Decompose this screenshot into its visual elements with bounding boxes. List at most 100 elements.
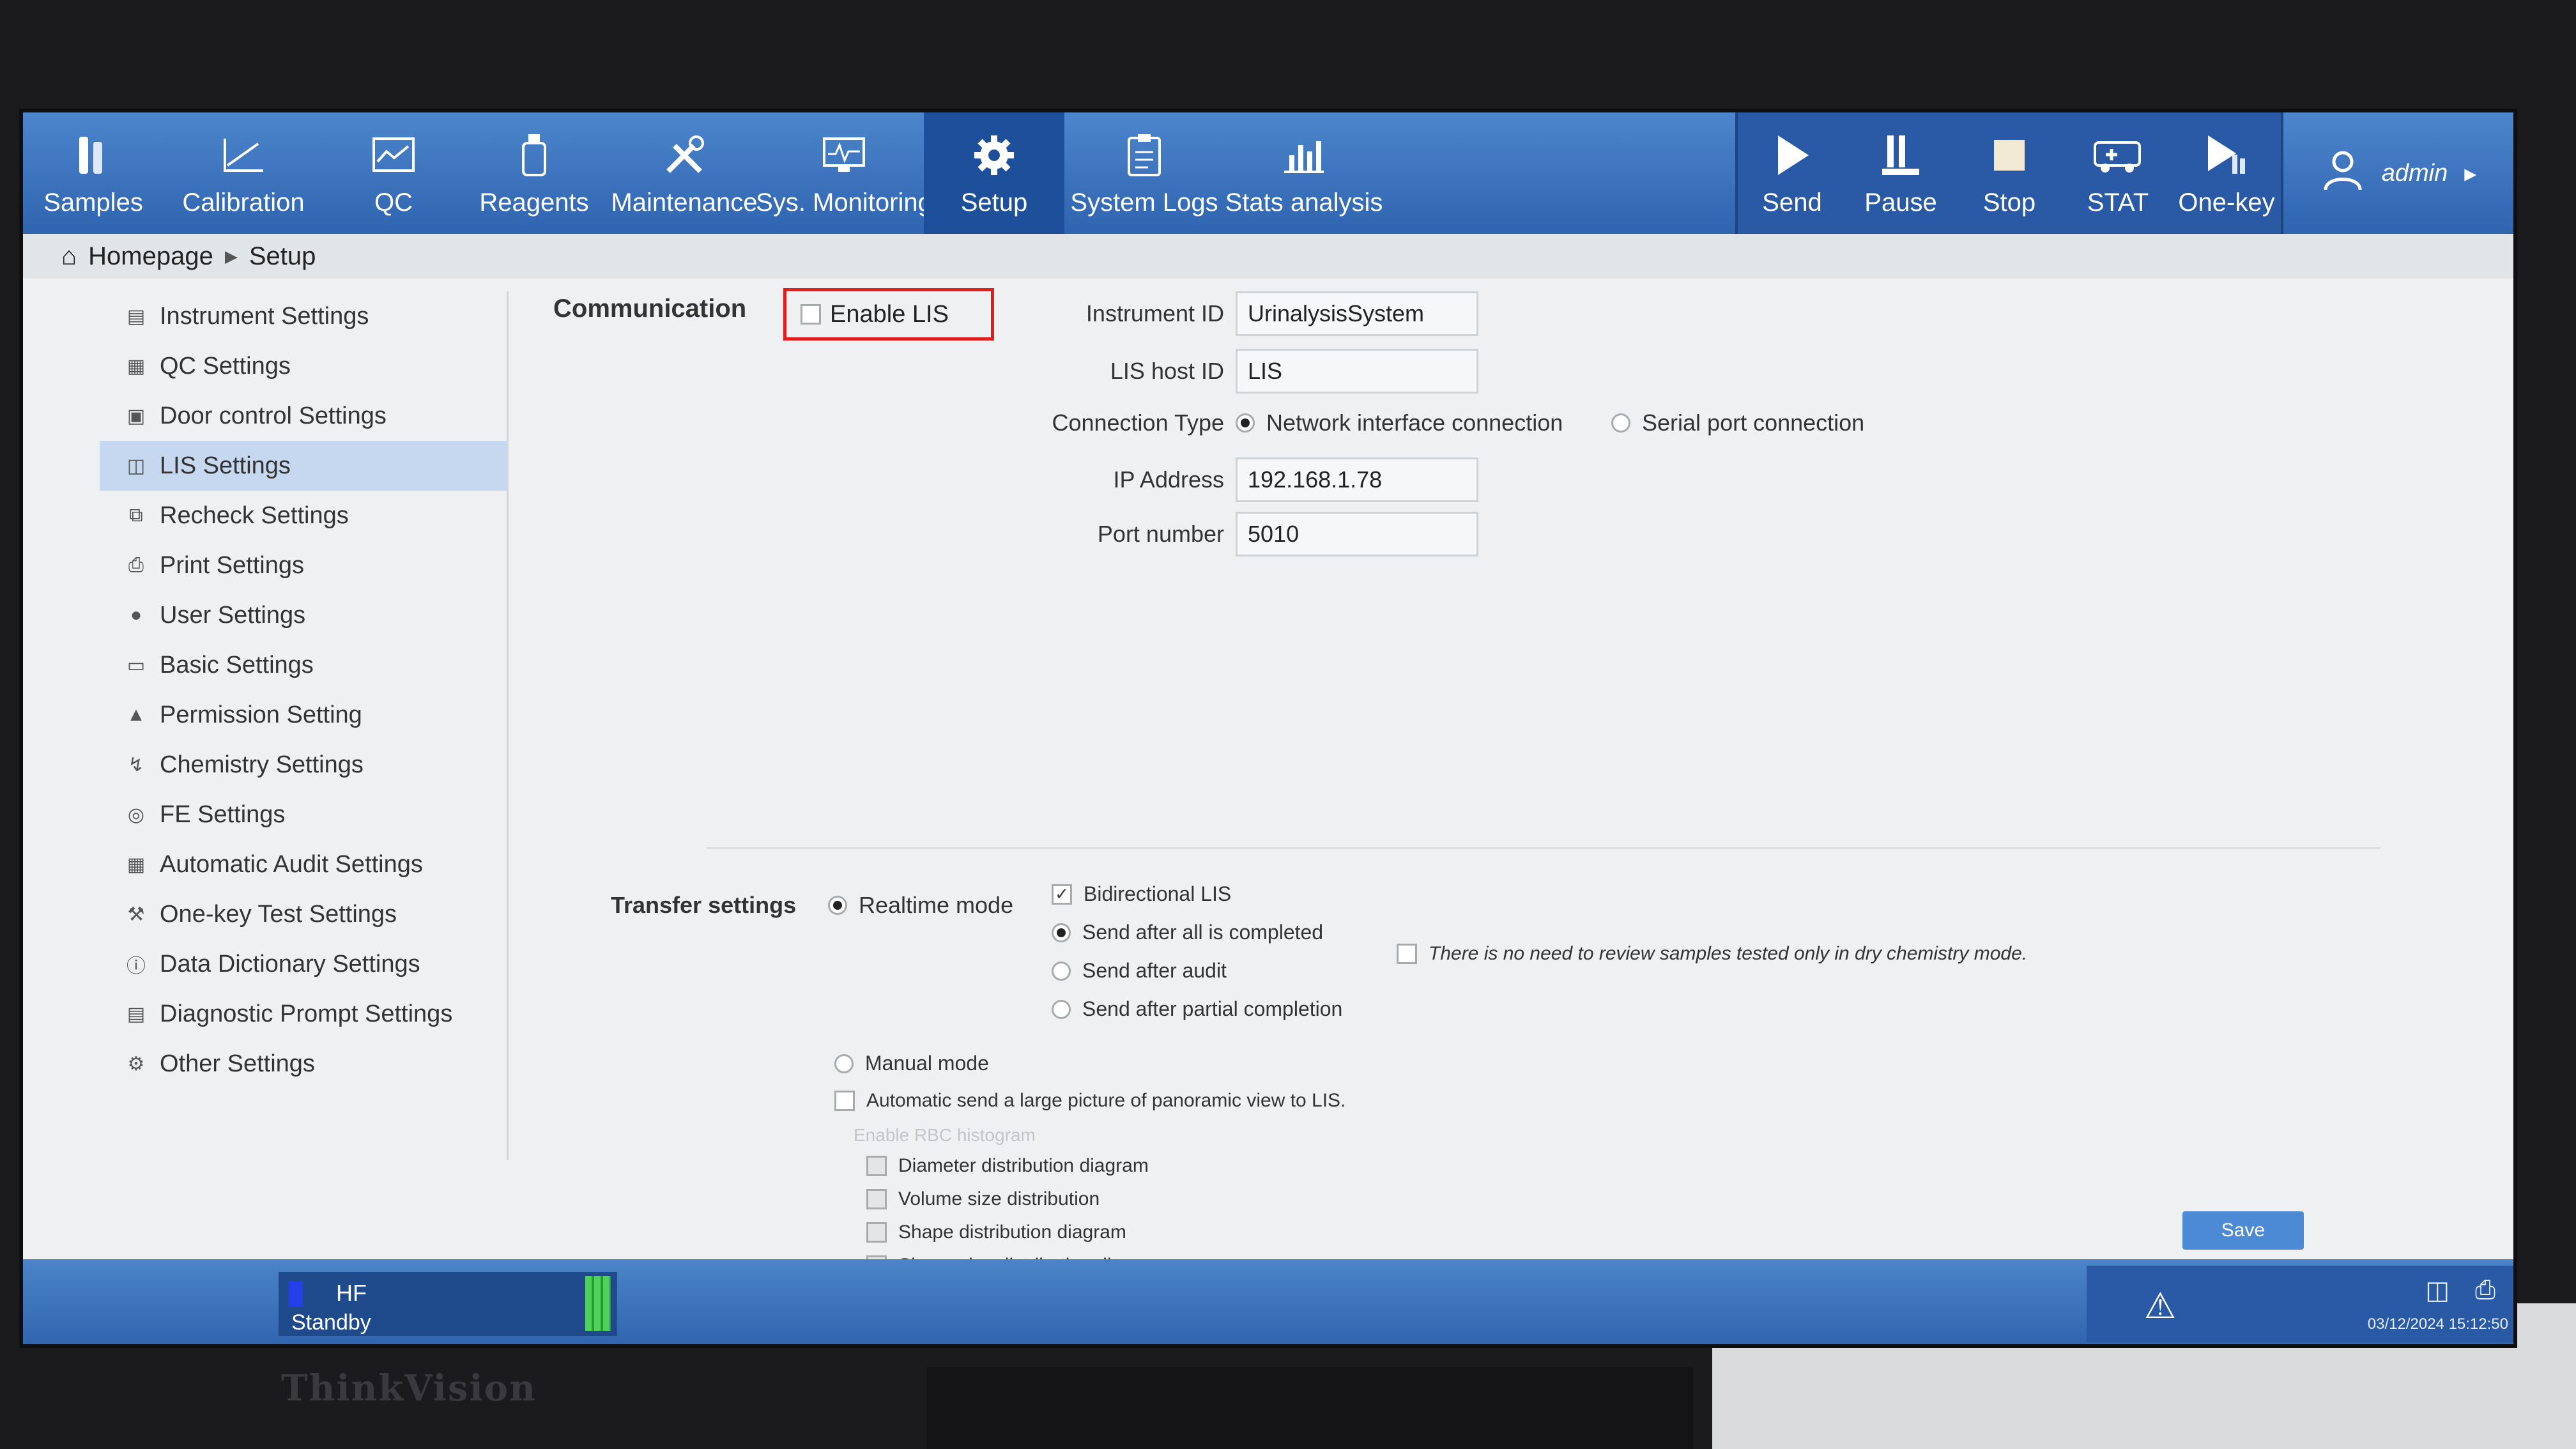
sidebar-item-data-dictionary-settings[interactable]: ⓘ Data Dictionary Settings bbox=[100, 939, 507, 989]
warning-icon[interactable]: ⚠ bbox=[2144, 1285, 2176, 1327]
lis-host-id-input[interactable]: LIS bbox=[1236, 349, 1478, 394]
bidirectional-label: Bidirectional LIS bbox=[1084, 882, 1232, 905]
qc-chart-icon bbox=[368, 130, 419, 181]
monitor-stand bbox=[926, 1367, 1693, 1449]
tab-calibration[interactable]: Calibration bbox=[164, 112, 323, 234]
sidebar-item-diagnostic-prompt-settings[interactable]: ▤ Diagnostic Prompt Settings bbox=[100, 989, 507, 1039]
send-after-all-radio[interactable] bbox=[1052, 923, 1071, 942]
transfer-settings-title-row: Transfer settings bbox=[611, 892, 796, 919]
main-toolbar: Samples Calibration QC Reagents Maintena… bbox=[23, 112, 2513, 234]
instrument-status-box[interactable]: HF Standby bbox=[279, 1272, 617, 1336]
breadcrumb-separator-icon: ▶ bbox=[224, 246, 238, 266]
home-icon[interactable]: ⌂ bbox=[61, 242, 77, 271]
realtime-mode-row: Realtime mode bbox=[828, 892, 1013, 919]
lis-host-id-row: LIS host ID LIS bbox=[1026, 349, 1478, 394]
lis-host-id-label: LIS host ID bbox=[1110, 358, 1224, 384]
sidebar-item-recheck-settings[interactable]: ⧉ Recheck Settings bbox=[100, 491, 507, 540]
tab-qc[interactable]: QC bbox=[323, 112, 464, 234]
instrument-id-input[interactable]: UrinalysisSystem bbox=[1236, 291, 1478, 336]
stop-icon bbox=[1984, 130, 2035, 181]
save-button[interactable]: Save bbox=[2182, 1211, 2304, 1250]
stat-button[interactable]: STAT bbox=[2064, 112, 2172, 234]
network-connection-radio[interactable] bbox=[1236, 413, 1255, 433]
ip-address-input[interactable]: 192.168.1.78 bbox=[1236, 457, 1478, 502]
auto-send-picture-checkbox[interactable] bbox=[834, 1091, 855, 1111]
one-key-button-label: One-key bbox=[2178, 188, 2275, 217]
run-controls: Send Pause Stop STAT One-key bbox=[1735, 112, 2283, 234]
port-number-row: Port number 5010 bbox=[1026, 512, 1478, 556]
tab-stats-analysis-label: Stats analysis bbox=[1225, 188, 1383, 217]
tools-icon bbox=[659, 130, 710, 181]
tab-samples[interactable]: Samples bbox=[23, 112, 164, 234]
user-name: admin bbox=[2381, 159, 2448, 187]
manual-mode-radio[interactable] bbox=[834, 1054, 854, 1073]
tab-stats-analysis[interactable]: Stats analysis bbox=[1224, 112, 1384, 234]
send-after-partial-radio[interactable] bbox=[1052, 999, 1071, 1019]
shape-checkbox[interactable] bbox=[866, 1222, 887, 1243]
sidebar-item-lis-settings[interactable]: ◫ LIS Settings bbox=[100, 441, 507, 491]
pause-button[interactable]: Pause bbox=[1846, 112, 1955, 234]
send-after-audit-radio[interactable] bbox=[1052, 961, 1071, 981]
user-menu[interactable]: admin ▸ bbox=[2283, 112, 2513, 234]
breadcrumb-home[interactable]: Homepage bbox=[88, 242, 213, 271]
sidebar-item-user-settings[interactable]: ● User Settings bbox=[100, 590, 507, 640]
sidebar-item-label: FE Settings bbox=[160, 801, 286, 828]
transfer-settings-title: Transfer settings bbox=[611, 892, 797, 918]
serial-connection-radio[interactable] bbox=[1611, 413, 1630, 433]
ip-address-row: IP Address 192.168.1.78 bbox=[1026, 457, 1478, 502]
sidebar-item-permission-setting[interactable]: ▲ Permission Setting bbox=[100, 690, 507, 740]
chevron-right-icon[interactable]: ▸ bbox=[2464, 159, 2476, 188]
sidebar-item-door-control-settings[interactable]: ▣ Door control Settings bbox=[100, 391, 507, 441]
lis-connection-icon[interactable]: ◫ bbox=[2425, 1276, 2450, 1305]
sidebar-item-qc-settings[interactable]: ▦ QC Settings bbox=[100, 341, 507, 391]
sidebar-item-basic-settings[interactable]: ▭ Basic Settings bbox=[100, 640, 507, 690]
datetime: 03/12/2024 15:12:50 bbox=[2367, 1315, 2508, 1333]
display-icon: ▭ bbox=[126, 654, 146, 676]
one-key-button[interactable]: One-key bbox=[2172, 112, 2281, 234]
volume-checkbox[interactable] bbox=[866, 1189, 887, 1209]
sidebar-item-label: Automatic Audit Settings bbox=[160, 850, 423, 878]
monitor-brand: ThinkVision bbox=[281, 1367, 537, 1409]
tab-sys-monitoring[interactable]: Sys. Monitoring bbox=[756, 112, 932, 234]
diameter-checkbox[interactable] bbox=[866, 1156, 887, 1176]
stop-button[interactable]: Stop bbox=[1955, 112, 2064, 234]
sidebar-item-label: Door control Settings bbox=[160, 402, 387, 429]
qc-icon: ▦ bbox=[126, 355, 146, 377]
send-button[interactable]: Send bbox=[1738, 112, 1846, 234]
sidebar-item-chemistry-settings[interactable]: ↯ Chemistry Settings bbox=[100, 740, 507, 790]
port-number-input[interactable]: 5010 bbox=[1236, 512, 1478, 556]
breadcrumb-current: Setup bbox=[249, 241, 316, 270]
tab-setup[interactable]: Setup bbox=[924, 112, 1064, 234]
send-after-all-row: Send after all is completed bbox=[1052, 921, 1323, 944]
tab-reagents[interactable]: Reagents bbox=[464, 112, 604, 234]
realtime-mode-radio[interactable] bbox=[828, 896, 847, 915]
no-review-label: There is no need to review samples teste… bbox=[1429, 943, 2028, 964]
printer-icon[interactable]: ⎙ bbox=[2475, 1276, 2496, 1305]
ambulance-icon bbox=[2092, 130, 2143, 181]
ip-address-label: IP Address bbox=[1113, 466, 1224, 493]
bidirectional-checkbox[interactable]: ✓ bbox=[1052, 884, 1072, 905]
wrench-icon: ⚒ bbox=[127, 903, 145, 925]
sidebar-item-one-key-test-settings[interactable]: ⚒ One-key Test Settings bbox=[100, 889, 507, 939]
no-review-checkbox[interactable] bbox=[1397, 944, 1417, 964]
sidebar-item-print-settings[interactable]: ⎙ Print Settings bbox=[100, 540, 507, 590]
sidebar-item-fe-settings[interactable]: ◎ FE Settings bbox=[100, 790, 507, 839]
communication-title: Communication bbox=[553, 295, 747, 323]
sidebar-item-automatic-audit-settings[interactable]: ▦ Automatic Audit Settings bbox=[100, 839, 507, 889]
instrument-icon: ▤ bbox=[126, 305, 146, 327]
tab-maintenance[interactable]: Maintenance bbox=[604, 112, 764, 234]
sidebar-item-label: Basic Settings bbox=[160, 651, 314, 678]
enable-lis-checkbox[interactable]: Enable LIS bbox=[783, 288, 994, 341]
tab-system-logs[interactable]: System Logs bbox=[1064, 112, 1224, 234]
monitor: ThinkVision Samples Calibration QC Reage… bbox=[0, 0, 2576, 1449]
sidebar-item-label: Chemistry Settings bbox=[160, 751, 364, 778]
sidebar-item-other-settings[interactable]: ⚙ Other Settings bbox=[100, 1039, 507, 1089]
auto-send-picture-row: Automatic send a large picture of panora… bbox=[834, 1090, 1346, 1112]
level-indicator bbox=[585, 1276, 611, 1331]
bidirectional-row: ✓ Bidirectional LIS bbox=[1052, 882, 1231, 906]
recheck-icon: ⧉ bbox=[129, 505, 143, 526]
user-icon: ● bbox=[130, 604, 142, 625]
sidebar-item-instrument-settings[interactable]: ▤ Instrument Settings bbox=[100, 291, 507, 341]
clipboard-icon bbox=[1119, 130, 1170, 181]
